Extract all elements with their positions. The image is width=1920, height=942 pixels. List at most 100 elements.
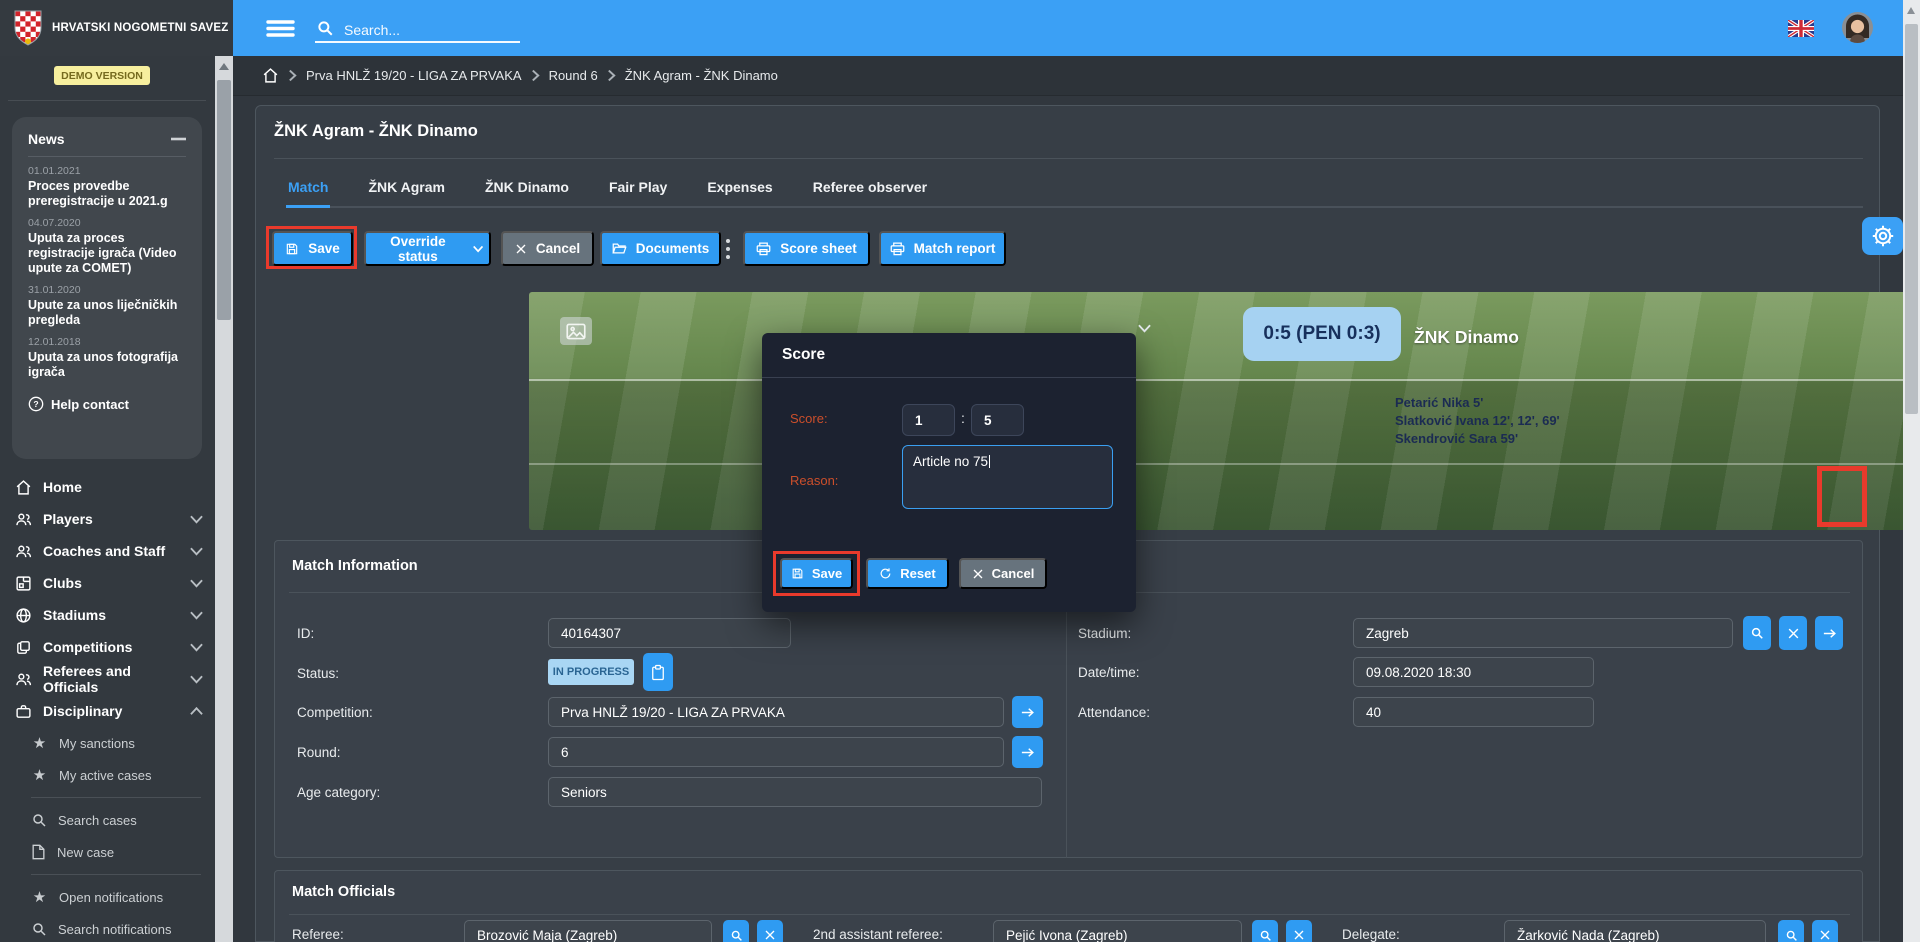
tab-znk-dinamo[interactable]: ŽNK Dinamo <box>483 170 571 208</box>
sidebar-item-competitions[interactable]: Competitions <box>0 631 215 663</box>
away-score-input[interactable] <box>971 404 1024 436</box>
reason-textarea[interactable]: Article no 75 <box>902 445 1113 509</box>
override-status-button[interactable]: Override status <box>364 231 491 266</box>
tab-znk-agram[interactable]: ŽNK Agram <box>366 170 447 208</box>
sidebar-item-new-case[interactable]: New case <box>0 836 215 868</box>
attendance-field[interactable] <box>1353 697 1594 727</box>
datetime-field[interactable] <box>1353 657 1594 687</box>
column-divider <box>1066 592 1067 858</box>
delegate-field[interactable] <box>1504 920 1766 942</box>
search-icon <box>1259 929 1272 942</box>
divider <box>8 100 206 101</box>
home-team-logo-placeholder[interactable] <box>560 317 592 345</box>
goto-stadium-button[interactable] <box>1815 616 1843 650</box>
goto-round-button[interactable] <box>1012 736 1043 768</box>
user-avatar[interactable] <box>1842 12 1873 43</box>
scroll-up-arrow-icon[interactable] <box>1907 7 1915 14</box>
sidebar-item-search-notifications[interactable]: Search notifications <box>0 913 215 942</box>
pitch-line <box>529 379 1920 381</box>
round-field[interactable] <box>548 737 1004 767</box>
stadium-label: Stadium: <box>1078 626 1131 641</box>
sidebar-item-home[interactable]: Home <box>0 471 215 503</box>
sidebar-item-coaches[interactable]: Coaches and Staff <box>0 535 215 567</box>
reset-icon <box>879 567 892 580</box>
referee-field[interactable] <box>464 920 712 942</box>
clipboard-icon <box>651 664 665 681</box>
help-icon: ? <box>28 396 44 412</box>
sidebar-item-my-active-cases[interactable]: ★ My active cases <box>0 759 215 791</box>
stadium-search-button[interactable] <box>1743 616 1771 650</box>
sidebar-item-stadiums[interactable]: Stadiums <box>0 599 215 631</box>
match-officials-section: Match Officials Referee: 2nd assistant r… <box>274 870 1863 942</box>
news-item-title[interactable]: Uputa za proces registracije igrača (Vid… <box>28 231 186 276</box>
modal-cancel-button[interactable]: Cancel <box>959 558 1047 589</box>
assistant-referee-field[interactable] <box>993 920 1242 942</box>
stadium-clear-button[interactable] <box>1779 616 1807 650</box>
home-icon[interactable] <box>262 67 279 84</box>
sidebar-item-open-notifications[interactable]: ★ Open notifications <box>0 881 215 913</box>
status-badge: IN PROGRESS <box>548 659 634 685</box>
demo-version-badge: DEMO VERSION <box>54 66 150 85</box>
file-icon <box>31 844 46 860</box>
sidebar-item-my-sanctions[interactable]: ★ My sanctions <box>0 727 215 759</box>
sidebar-item-search-cases[interactable]: Search cases <box>0 804 215 836</box>
delegate-clear-button[interactable] <box>1812 920 1838 942</box>
news-item-title[interactable]: Proces provedbe preregistracije u 2021.g <box>28 179 186 209</box>
home-icon <box>15 479 32 496</box>
sidebar-item-clubs[interactable]: Clubs <box>0 567 215 599</box>
sidebar-item-players[interactable]: Players <box>0 503 215 535</box>
goto-competition-button[interactable] <box>1012 696 1043 728</box>
tab-fair-play[interactable]: Fair Play <box>607 170 669 208</box>
assistant-clear-button[interactable] <box>1286 920 1312 942</box>
referee-clear-button[interactable] <box>757 920 783 942</box>
stadium-field[interactable] <box>1353 618 1733 648</box>
uk-flag-icon[interactable] <box>1788 20 1814 37</box>
kebab-icon[interactable] <box>726 239 730 259</box>
cancel-button[interactable]: Cancel <box>501 231 594 266</box>
breadcrumb-competition[interactable]: Prva HNLŽ 19/20 - LIGA ZA PRVAKA <box>306 68 522 83</box>
help-contact[interactable]: ? Help contact <box>28 396 186 412</box>
modal-reset-button[interactable]: Reset <box>866 558 949 589</box>
search-icon <box>31 812 47 828</box>
age-category-field[interactable] <box>548 777 1042 807</box>
scrollbar-thumb[interactable] <box>217 80 231 320</box>
close-icon <box>1787 627 1800 640</box>
sidebar-item-referees[interactable]: Referees and Officials <box>0 663 215 695</box>
away-team-name[interactable]: ŽNK Dinamo <box>1414 327 1519 348</box>
sidebar-nav: Home Players Coaches and Staff Clubs Sta… <box>0 471 215 942</box>
match-report-button[interactable]: Match report <box>879 231 1006 266</box>
breadcrumb-round[interactable]: Round 6 <box>549 68 598 83</box>
settings-fab[interactable] <box>1862 217 1903 255</box>
print-icon <box>890 242 905 256</box>
hamburger-menu-icon[interactable] <box>266 19 295 38</box>
news-item-title[interactable]: Uputa za unos fotografija igrača <box>28 350 186 380</box>
minus-icon[interactable] <box>171 137 186 141</box>
documents-button[interactable]: Documents <box>600 231 721 266</box>
print-icon <box>756 242 771 256</box>
delegate-label: Delegate: <box>1342 927 1400 942</box>
news-item-title[interactable]: Upute za unos liječničkih pregleda <box>28 298 186 328</box>
score-sheet-button[interactable]: Score sheet <box>743 231 870 266</box>
score-dropdown-chevron-icon[interactable] <box>1138 324 1151 333</box>
federation-logo-block[interactable]: HRVATSKI NOGOMETNI SAVEZ <box>0 0 233 56</box>
page-scrollbar[interactable] <box>1903 0 1920 942</box>
tab-referee-observer[interactable]: Referee observer <box>811 170 929 208</box>
id-field[interactable] <box>548 618 791 648</box>
gear-icon <box>1871 224 1895 248</box>
sidebar-scrollbar[interactable] <box>215 56 233 942</box>
close-icon <box>764 929 776 941</box>
search-input[interactable] <box>342 18 516 42</box>
delegate-search-button[interactable] <box>1778 920 1804 942</box>
assistant-search-button[interactable] <box>1252 920 1278 942</box>
scroll-up-arrow-icon[interactable] <box>219 63 229 70</box>
sidebar-item-disciplinary[interactable]: Disciplinary <box>0 695 215 727</box>
referee-search-button[interactable] <box>723 920 749 942</box>
scrollbar-thumb[interactable] <box>1905 24 1918 414</box>
news-item-date: 12.01.2018 <box>28 336 186 348</box>
competition-field[interactable] <box>548 697 1004 727</box>
tab-expenses[interactable]: Expenses <box>705 170 774 208</box>
home-score-input[interactable] <box>902 404 955 436</box>
status-history-button[interactable] <box>643 653 673 691</box>
players-icon <box>15 511 32 528</box>
tab-match[interactable]: Match <box>286 170 330 208</box>
